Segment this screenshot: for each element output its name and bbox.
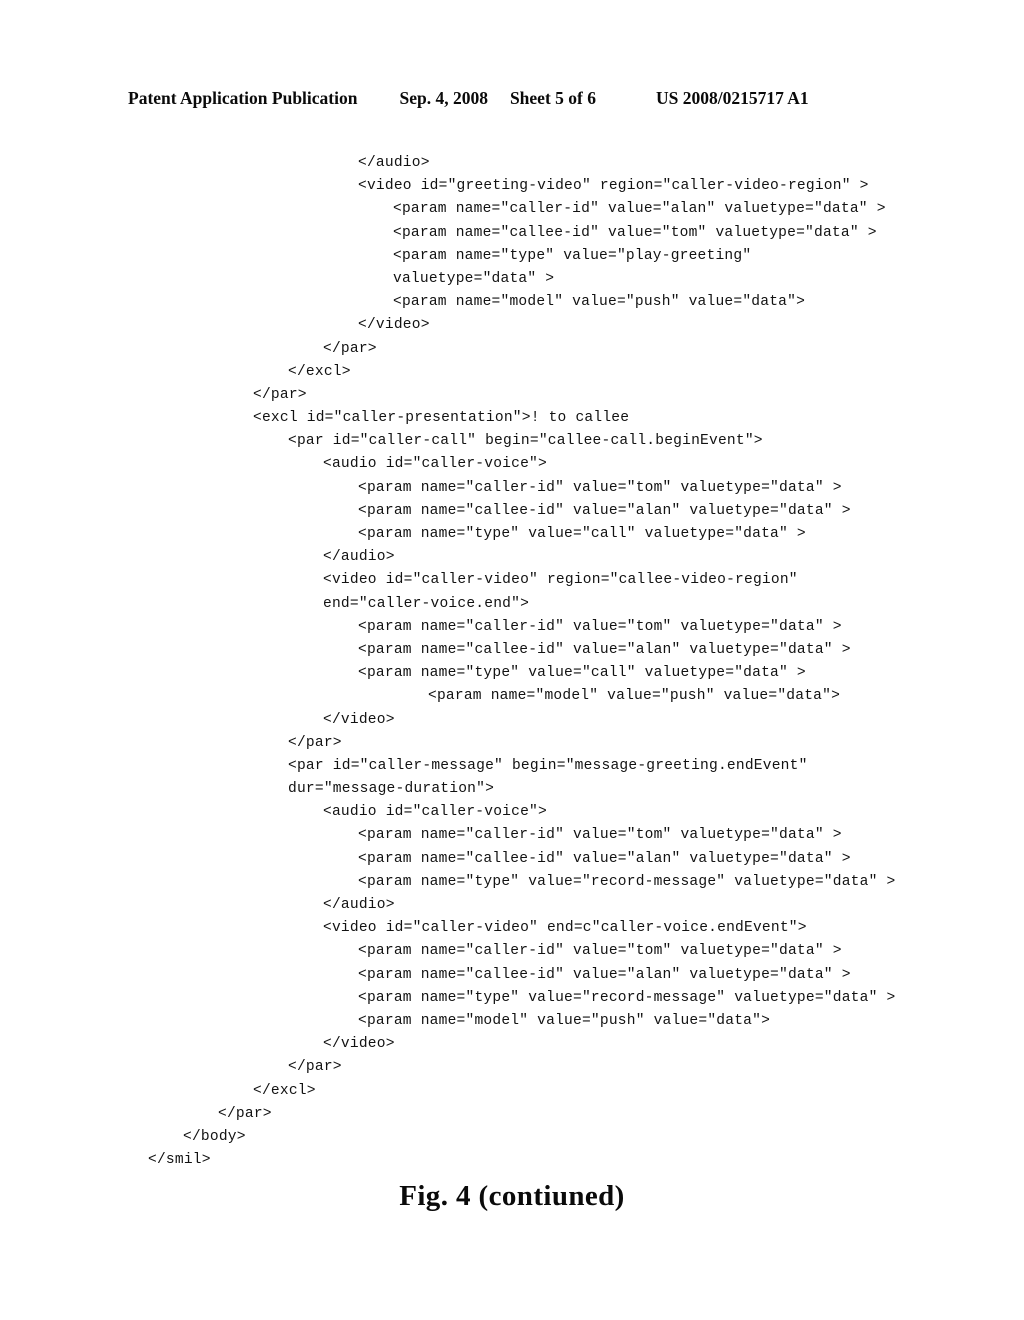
code-line: <param name="callee-id" value="alan" val… (358, 850, 851, 867)
code-line: <param name="model" value="push" value="… (428, 688, 841, 705)
code-line: valuetype="data" > (393, 270, 555, 287)
code-line: <param name="type" value="call" valuetyp… (358, 665, 806, 682)
figure-caption: Fig. 4 (contiuned) (399, 1180, 625, 1212)
code-line: </smil> (148, 1152, 211, 1169)
code-line: <param name="type" value="call" valuetyp… (358, 526, 806, 542)
code-line: <param name="caller-id" value="alan" val… (393, 201, 886, 218)
code-line: <audio id="caller-voice"> (323, 804, 547, 821)
header-sheet-number: Sheet 5 of 6 (509, 88, 596, 108)
code-line: <param name="callee-id" value="alan" val… (358, 641, 851, 658)
code-line: <par id="caller-call" begin="callee-call… (288, 433, 763, 450)
code-line: </excl> (288, 363, 351, 380)
code-line: <param name="caller-id" value="tom" valu… (358, 479, 842, 496)
code-line: <video id="caller-video" end=c"caller-vo… (323, 920, 807, 937)
code-line: <param name="callee-id" value="alan" val… (358, 502, 851, 519)
code-line: <excl id="caller-presentation">! to call… (253, 410, 630, 427)
header-publication-label: Patent Application Publication (128, 88, 358, 108)
code-line: </par> (253, 386, 307, 403)
code-line: </audio> (358, 155, 430, 171)
code-line: </video> (323, 1036, 395, 1053)
code-line: </excl> (253, 1082, 316, 1099)
code-line: <param name="type" value="play-greeting" (393, 247, 752, 264)
code-line: end="caller-voice.end"> (323, 595, 530, 612)
code-line: <par id="caller-message" begin="message-… (288, 757, 808, 774)
code-line: </video> (323, 711, 395, 728)
code-line: </body> (183, 1128, 246, 1145)
code-line: dur="message-duration"> (288, 781, 495, 798)
patent-page: Patent Application Publication Sep. 4, 2… (0, 0, 1024, 1320)
code-line: <param name="type" value="record-message… (358, 989, 896, 1006)
code-line: </audio> (323, 897, 395, 913)
code-line: <param name="caller-id" value="tom" valu… (358, 943, 842, 960)
code-line: <param name="model" value="push" value="… (358, 1012, 771, 1029)
code-line: <video id="greeting-video" region="calle… (358, 178, 869, 195)
code-line: </audio> (323, 549, 395, 566)
header-date: Sep. 4, 2008 (399, 88, 488, 108)
code-line: </par> (288, 734, 342, 751)
code-line: <param name="callee-id" value="alan" val… (358, 966, 851, 983)
code-line: </par> (218, 1105, 272, 1122)
code-line: <param name="caller-id" value="tom" valu… (358, 827, 842, 844)
code-line: <video id="caller-video" region="callee-… (323, 572, 798, 589)
header-document-number: US 2008/0215717 A1 (655, 88, 809, 108)
smil-code-listing: </audio> <video id="greeting-video" regio… (0, 152, 1024, 1172)
code-line: <param name="caller-id" value="tom" valu… (358, 618, 842, 635)
code-line: <param name="model" value="push" value="… (393, 294, 806, 311)
code-line: <param name="callee-id" value="tom" valu… (393, 224, 877, 241)
code-line: </par> (323, 340, 377, 357)
running-header: Patent Application Publication Sep. 4, 2… (128, 88, 896, 110)
code-line: </par> (288, 1059, 342, 1076)
code-line: <param name="type" value="record-message… (358, 873, 896, 890)
code-line: </video> (358, 317, 430, 334)
code-line: <audio id="caller-voice"> (323, 456, 547, 473)
